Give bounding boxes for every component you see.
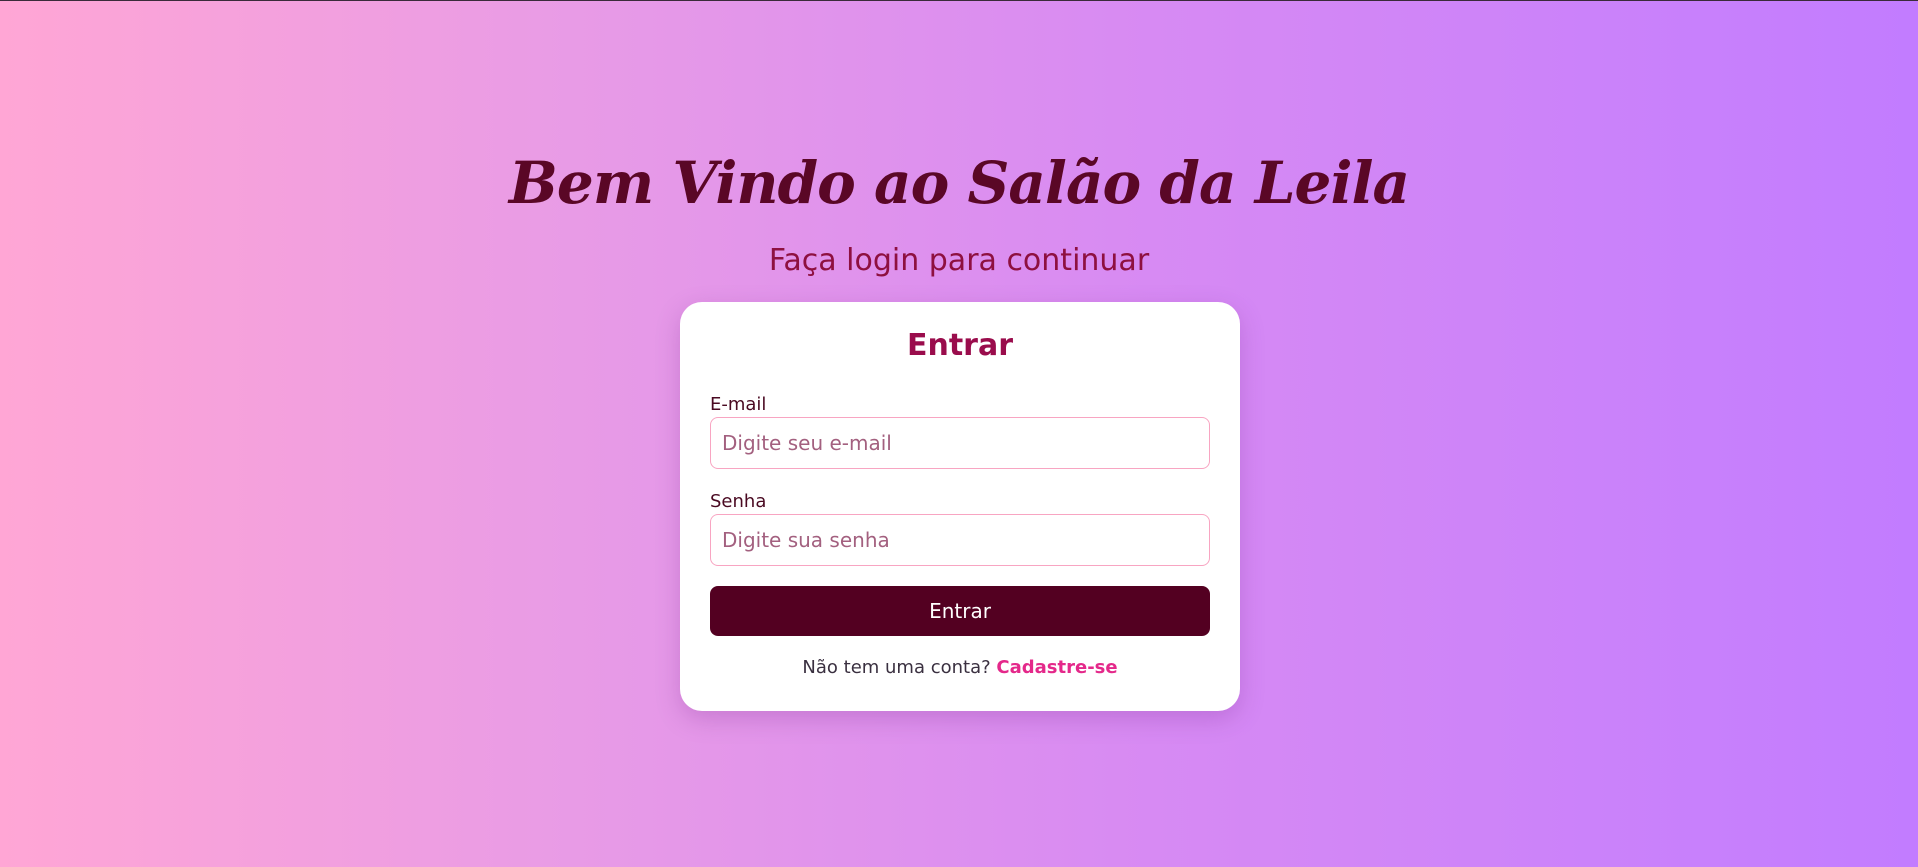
signup-link[interactable]: Cadastre-se: [996, 657, 1117, 678]
password-label: Senha: [710, 491, 767, 512]
login-card: Entrar E-mail Senha Entrar Não tem uma c…: [680, 302, 1240, 711]
signup-row: Não tem uma conta? Cadastre-se: [680, 657, 1240, 678]
password-field[interactable]: [710, 514, 1210, 566]
login-card-title: Entrar: [906, 328, 1014, 363]
email-field[interactable]: [710, 417, 1210, 469]
page-title: Bem Vindo ao Salão da Leila: [508, 149, 1410, 217]
page-subtitle: Faça login para continuar: [768, 243, 1150, 278]
signup-prompt: Não tem uma conta?: [802, 657, 997, 678]
email-label: E-mail: [710, 394, 767, 415]
login-button[interactable]: Entrar: [710, 586, 1210, 636]
